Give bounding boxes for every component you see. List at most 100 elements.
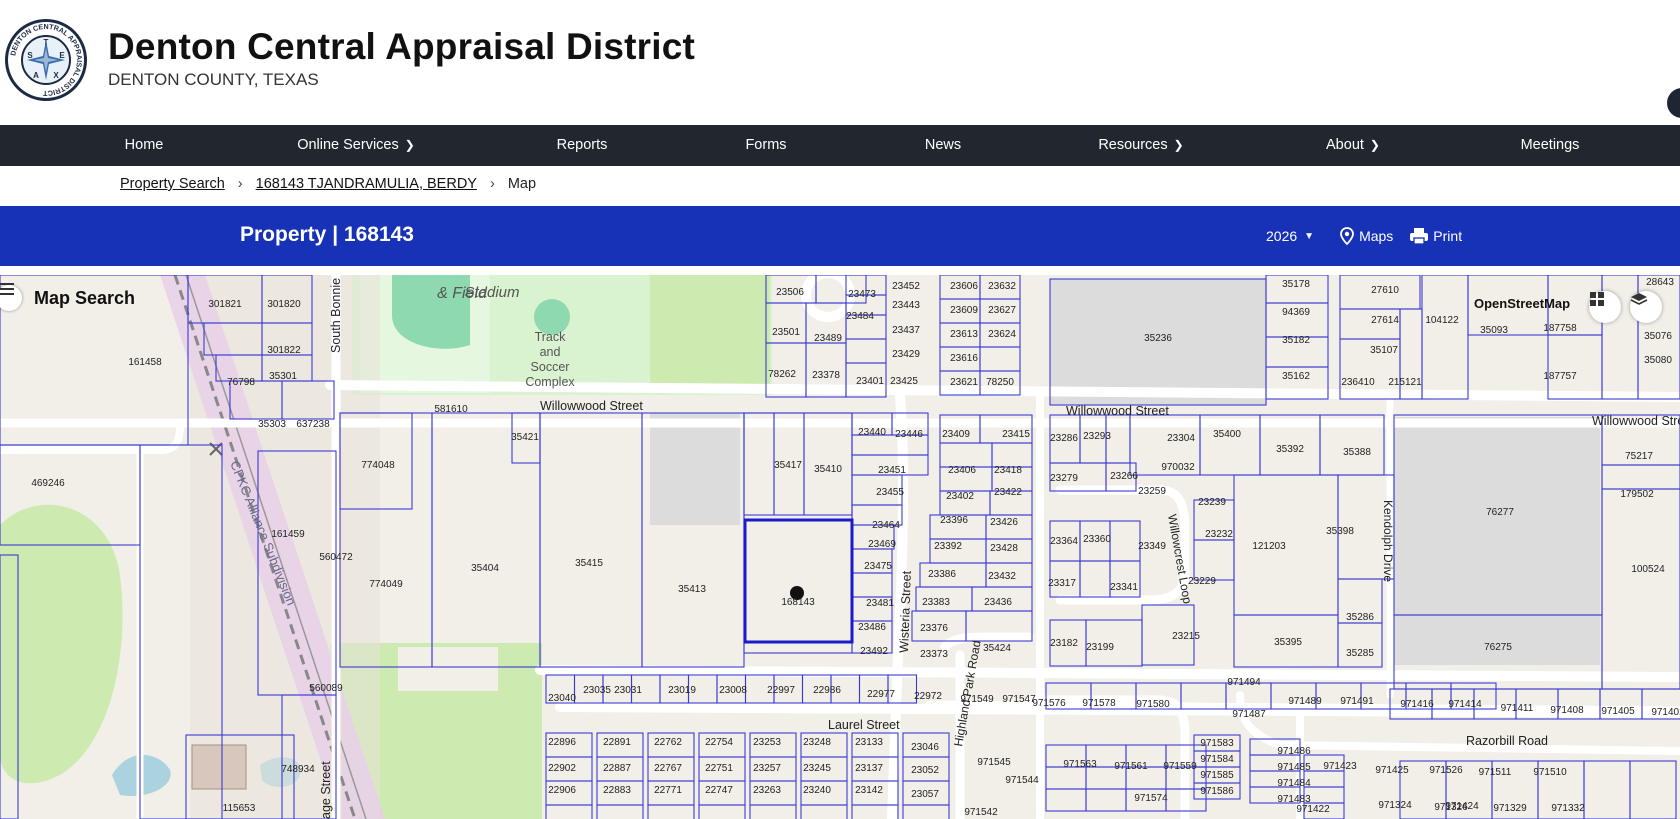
parcel-label: 560472 — [319, 552, 353, 563]
parcel-label: 236410 — [1341, 377, 1375, 388]
parcel-label: 35388 — [1343, 447, 1371, 458]
basemap-gallery-button[interactable] — [1589, 291, 1621, 323]
print-label: Print — [1433, 228, 1463, 244]
parcel-label: 971549 — [960, 694, 994, 705]
map-menu-button[interactable] — [0, 283, 22, 311]
site-header: DENTON CENTRAL APPRAISAL DISTRICT T E X … — [0, 0, 1680, 125]
parcel-label: 971542 — [964, 807, 998, 818]
parcel-label: 23031 — [614, 685, 642, 696]
parcel-label: 35417 — [774, 460, 802, 471]
year-select[interactable]: 2026 ▼ — [1266, 228, 1314, 244]
nav-reports[interactable]: Reports — [557, 125, 608, 166]
parcel-label: 971408 — [1550, 705, 1584, 716]
parcel-label: 748934 — [281, 764, 315, 775]
parcel-label: 23317 — [1048, 578, 1076, 589]
selected-parcel-label: 168143 — [781, 597, 815, 608]
collapse-button[interactable] — [1667, 88, 1680, 118]
parcel-label: 75217 — [1625, 451, 1653, 462]
parcel-label: 76275 — [1484, 642, 1512, 653]
street-label: Wisteria Street — [897, 570, 914, 653]
parcel-label: 22977 — [867, 689, 895, 700]
parcel-label: 560089 — [309, 683, 343, 694]
parcel-label: 971511 — [1479, 767, 1512, 778]
parcel-label: 971491 — [1340, 696, 1374, 707]
parcel-label: 971494 — [1227, 677, 1261, 688]
breadcrumb-property-search[interactable]: Property Search — [120, 176, 225, 192]
parcel-label: 23415 — [1002, 429, 1030, 440]
nav-label: Meetings — [1520, 137, 1580, 153]
parcel-label: 23455 — [876, 487, 904, 498]
parcel-label: 971486 — [1277, 746, 1311, 757]
street-label: age Street — [319, 761, 333, 819]
breadcrumb-property-owner[interactable]: 168143 TJANDRAMULIA, BERDY — [256, 176, 477, 192]
parcel-label: 23396 — [940, 515, 968, 526]
parcel-label: 35162 — [1282, 371, 1310, 382]
parcel-label: 971585 — [1200, 770, 1234, 781]
parcel-label: 23624 — [988, 329, 1016, 340]
parcel-label: 28643 — [1646, 277, 1674, 288]
parcel-label: 23263 — [753, 785, 781, 796]
nav-online-services[interactable]: Online Services ❯ — [297, 125, 415, 166]
parcel-label: 971584 — [1200, 754, 1234, 765]
parcel-label: 971526 — [1429, 765, 1463, 776]
parcel-label: 971586 — [1200, 786, 1234, 797]
parcel-label: 23304 — [1167, 433, 1195, 444]
chevron-right-icon: ❯ — [1173, 138, 1184, 152]
parcel-label: 23383 — [922, 597, 950, 608]
parcel-label: 76798 — [227, 377, 255, 388]
parcel-label: 35301 — [269, 371, 297, 382]
parcel-label: 23406 — [948, 465, 976, 476]
parcel-label: 971329 — [1493, 803, 1527, 814]
parcel-label: 187757 — [1543, 371, 1577, 382]
parcel-label: 23046 — [911, 742, 939, 753]
parcel-map[interactable]: & Field Stadium Track and Soccer Complex… — [0, 275, 1680, 819]
parcel-label: 23484 — [846, 311, 874, 322]
basemap-label: OpenStreetMap — [1474, 296, 1571, 311]
parcel-label: 121203 — [1252, 541, 1286, 552]
nav-about[interactable]: About ❯ — [1326, 125, 1380, 166]
nav-label: About — [1326, 137, 1364, 153]
parcel-label: 971576 — [1032, 698, 1066, 709]
site-title: Denton Central Appraisal District — [108, 26, 696, 67]
dcad-seal-logo[interactable]: DENTON CENTRAL APPRAISAL DISTRICT T E X … — [4, 18, 88, 102]
nav-meetings[interactable]: Meetings — [1521, 125, 1580, 166]
parcel-label: 35404 — [471, 563, 499, 574]
parcel-label: 23008 — [719, 685, 747, 696]
parcel-label: 22771 — [654, 785, 682, 796]
nav-resources[interactable]: Resources ❯ — [1098, 125, 1183, 166]
parcel-label: 22972 — [914, 691, 942, 702]
parcel-label: 22751 — [705, 763, 733, 774]
nav-home[interactable]: Home — [125, 125, 164, 166]
parcel-label: 35286 — [1346, 612, 1374, 623]
parcel-label: 23422 — [994, 487, 1022, 498]
parcel-label: 23245 — [803, 763, 831, 774]
parcel-label: 35413 — [678, 584, 706, 595]
parcel-label: 35421 — [511, 432, 539, 443]
parcel-label: 971423 — [1323, 761, 1357, 772]
parcel-label: 23621 — [950, 377, 978, 388]
parcel-label: 23253 — [753, 737, 781, 748]
parcel-label: 22883 — [603, 785, 631, 796]
parcel-label: 22902 — [548, 763, 576, 774]
parcel-label: 94369 — [1282, 307, 1310, 318]
nav-news[interactable]: News — [925, 125, 961, 166]
parcel-label: 78250 — [986, 377, 1014, 388]
parcel-label: 23452 — [892, 281, 920, 292]
print-button[interactable]: Print — [1409, 227, 1462, 245]
maps-button[interactable]: Maps — [1340, 227, 1393, 245]
layers-button[interactable] — [1630, 291, 1662, 323]
nav-forms[interactable]: Forms — [745, 125, 786, 166]
main-nav: Home Online Services ❯ Reports Forms News… — [0, 125, 1680, 166]
parcel-label: 23473 — [848, 289, 876, 300]
parcel-label: 23133 — [855, 737, 883, 748]
parcel-label: 35398 — [1326, 526, 1354, 537]
parcel-label: 23248 — [803, 737, 831, 748]
street-label: Kendolph Drive — [1381, 500, 1395, 582]
seal-letter: E — [59, 51, 65, 60]
chevron-right-icon: ❯ — [404, 138, 415, 152]
parcel-label: 971402 — [1651, 707, 1680, 718]
parcel-label: 23378 — [812, 370, 840, 381]
parcel-label: 22891 — [603, 737, 631, 748]
parcel-label: 23402 — [946, 491, 974, 502]
parcel-label: 23401 — [856, 376, 884, 387]
